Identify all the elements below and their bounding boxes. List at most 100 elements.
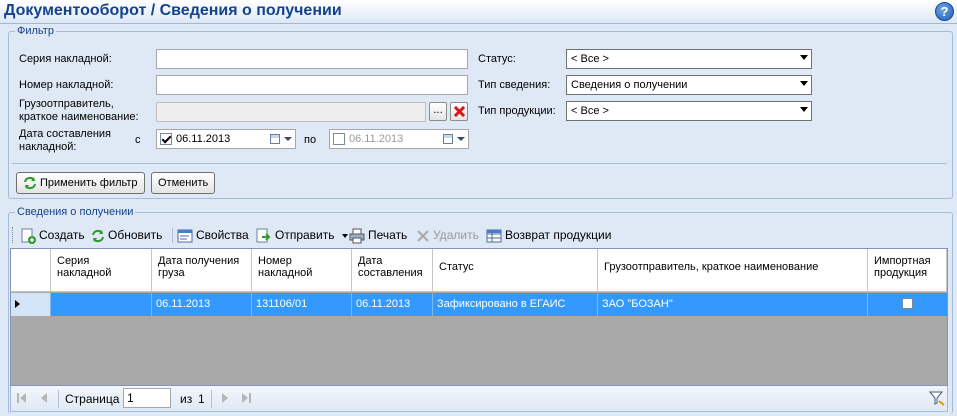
grid-header-created-date[interactable]: Дата составления	[352, 249, 433, 292]
pager: Страница из 1	[10, 386, 948, 412]
next-page-icon[interactable]	[222, 393, 228, 403]
date-label-line1: Дата составления	[19, 128, 111, 140]
grid-header-indicator	[11, 249, 51, 292]
cancel-filter-button[interactable]: Отменить	[151, 172, 216, 194]
grid-header-number[interactable]: Номер накладной	[252, 249, 352, 292]
refresh-icon	[92, 229, 104, 242]
cell-number[interactable]: 131106/01	[252, 293, 352, 316]
print-button[interactable]: Печать	[349, 225, 407, 245]
apply-filter-button[interactable]: Применить фильтр	[16, 172, 145, 194]
imported-checkbox[interactable]	[902, 298, 913, 309]
grid-header-series[interactable]: Серия накладной	[51, 249, 152, 292]
date-from-prefix: с	[135, 134, 141, 146]
shipper-label-line2: краткое наименование:	[19, 111, 139, 123]
data-grid: Серия накладной Дата получения груза Ном…	[10, 248, 948, 386]
apply-filter-icon	[24, 176, 36, 190]
last-page-bar	[249, 393, 251, 403]
toolbar-grip	[12, 227, 14, 243]
toolbar: Создать Обновить Свойства Отправить Печа…	[10, 225, 948, 247]
cell-imported[interactable]	[868, 293, 947, 316]
first-page-icon[interactable]	[20, 393, 26, 403]
prev-page-icon[interactable]	[41, 393, 47, 403]
filter-settings-icon[interactable]	[929, 390, 945, 406]
product-type-select[interactable]: < Все >	[566, 101, 812, 121]
shipper-input	[156, 102, 426, 122]
number-input[interactable]	[156, 75, 468, 95]
row-indicator[interactable]	[11, 293, 51, 316]
create-button[interactable]: Создать	[20, 225, 85, 245]
first-page-bar	[17, 393, 19, 403]
row-pointer-icon	[15, 300, 20, 308]
refresh-button[interactable]: Обновить	[91, 225, 162, 245]
total-pages: 1	[198, 392, 205, 406]
chevron-down-icon	[800, 55, 808, 60]
info-type-label: Тип сведения:	[478, 79, 551, 91]
page-input[interactable]	[123, 388, 171, 408]
page-label: Страница	[65, 392, 120, 406]
page-title: Документооборот / Сведения о получении	[4, 2, 342, 19]
send-icon	[256, 228, 271, 243]
apply-filter-label: Применить фильтр	[40, 177, 138, 189]
shipper-label-line1: Грузоотправитель,	[19, 98, 114, 110]
grid-header-shipper[interactable]: Грузоотправитель, краткое наименование	[598, 249, 868, 292]
return-icon	[486, 229, 502, 243]
number-label: Номер накладной:	[19, 79, 114, 91]
results-legend: Сведения о получении	[15, 206, 136, 218]
chevron-down-icon	[800, 107, 808, 112]
shipper-browse-button[interactable]: ...	[429, 102, 447, 121]
delete-icon	[417, 230, 429, 242]
dropdown-arrow-icon	[341, 233, 348, 238]
date-from-picker[interactable]: 06.11.2013	[156, 129, 296, 149]
chevron-down-icon[interactable]	[284, 137, 292, 141]
of-label: из	[180, 392, 193, 406]
last-page-icon[interactable]	[242, 393, 248, 403]
filter-legend: Фильтр	[15, 25, 56, 37]
date-to-value: 06.11.2013	[349, 133, 404, 145]
cell-series[interactable]	[51, 293, 152, 316]
status-select[interactable]: < Все >	[566, 49, 812, 69]
info-type-select-value: Сведения о получении	[571, 79, 688, 91]
date-label-line2: накладной:	[19, 141, 77, 153]
series-input[interactable]	[156, 49, 468, 69]
product-type-select-value: < Все >	[571, 105, 609, 117]
product-type-label: Тип продукции:	[478, 105, 556, 117]
help-icon[interactable]: ?	[935, 2, 954, 21]
series-label: Серия накладной:	[19, 53, 112, 65]
send-button[interactable]: Отправить	[256, 225, 348, 245]
cell-status[interactable]: Зафиксировано в ЕГАИС	[433, 293, 598, 316]
date-from-value: 06.11.2013	[176, 133, 231, 145]
return-products-button[interactable]: Возврат продукции	[486, 225, 611, 245]
send-label: Отправить	[275, 228, 335, 242]
pager-separator	[211, 390, 212, 408]
chevron-down-icon	[800, 81, 808, 86]
calendar-icon	[270, 134, 280, 144]
status-label: Статус:	[478, 53, 516, 65]
create-icon	[21, 228, 36, 244]
print-label: Печать	[368, 228, 408, 242]
return-label: Возврат продукции	[505, 228, 612, 242]
grid-header-received-date[interactable]: Дата получения груза	[152, 249, 252, 292]
printer-icon	[349, 228, 365, 244]
date-from-checkbox[interactable]	[160, 133, 172, 145]
delete-label: Удалить	[433, 228, 479, 242]
grid-header-status[interactable]: Статус	[433, 249, 598, 292]
cell-received-date[interactable]: 06.11.2013	[152, 293, 252, 316]
chevron-down-icon[interactable]	[457, 137, 465, 141]
properties-icon	[177, 229, 193, 243]
properties-button[interactable]: Свойства	[177, 225, 249, 245]
toolbar-separator	[172, 228, 173, 243]
cell-shipper[interactable]: ЗАО "БОЗАН"	[598, 293, 868, 316]
info-type-select[interactable]: Сведения о получении	[566, 75, 812, 95]
filter-group: Фильтр Серия накладной: Номер накладной:…	[8, 25, 953, 199]
date-to-picker[interactable]: 06.11.2013	[329, 129, 469, 149]
cell-created-date[interactable]: 06.11.2013	[352, 293, 433, 316]
delete-button[interactable]: Удалить	[416, 225, 479, 245]
properties-label: Свойства	[196, 228, 249, 242]
status-select-value: < Все >	[571, 53, 609, 65]
shipper-clear-button[interactable]	[450, 102, 468, 121]
date-to-checkbox[interactable]	[333, 133, 345, 145]
create-label: Создать	[39, 228, 85, 242]
grid-header-imported[interactable]: Импортная продукция	[868, 249, 947, 292]
date-to-prefix: по	[304, 134, 317, 146]
title-bar: Документооборот / Сведения о получении ?	[0, 0, 957, 24]
